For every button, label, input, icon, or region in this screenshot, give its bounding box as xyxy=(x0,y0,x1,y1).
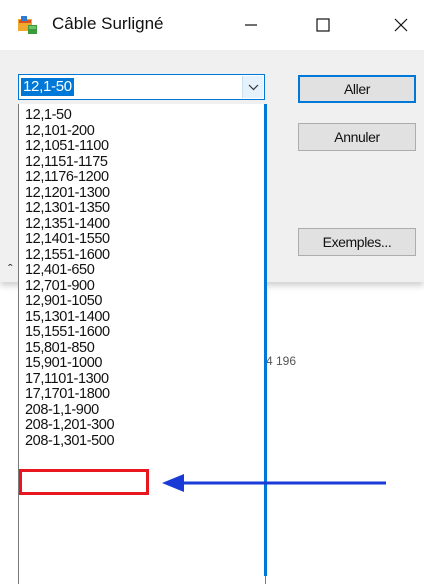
dropdown-item[interactable]: 208-1,1-900 xyxy=(25,402,114,419)
dropdown-item[interactable]: 208-1,301-500 xyxy=(25,433,115,450)
combo-selected-value: 12,1-50 xyxy=(21,78,74,96)
dropdown-item[interactable]: 12,1351-1400 xyxy=(25,216,114,233)
minimize-icon xyxy=(245,24,257,26)
dropdown-item[interactable]: 17,1701-1800 xyxy=(25,386,114,403)
dropdown-item[interactable]: 12,1301-1350 xyxy=(25,200,114,217)
close-icon xyxy=(394,18,408,32)
exemples-button[interactable]: Exemples... xyxy=(298,228,416,256)
dropdown-item[interactable]: 12,101-200 xyxy=(25,123,114,140)
window-title: Câble Surligné xyxy=(52,14,164,33)
background-partial-text: 4 196 xyxy=(266,354,297,368)
dropdown-item[interactable]: 12,1401-1550 xyxy=(25,231,114,248)
dropdown-items: 12,1-50 12,101-200 12,1051-1100 12,1151-117… xyxy=(25,107,115,450)
dropdown-item[interactable]: 12,901-1050 xyxy=(25,293,114,310)
dropdown-item[interactable]: 12,701-900 xyxy=(25,278,114,295)
dropdown-scroll-edge xyxy=(264,104,267,576)
combo-dropdown-list[interactable]: 12,1-50 12,101-200 12,1051-1100 12,1151-117… xyxy=(18,104,266,584)
dropdown-item[interactable]: 12,1176-1200 xyxy=(25,169,114,186)
combo-dropdown-button[interactable] xyxy=(242,76,263,98)
dropdown-item[interactable]: 15,1551-1600 xyxy=(25,324,114,341)
close-button[interactable] xyxy=(386,10,416,40)
maximize-button[interactable] xyxy=(308,10,338,40)
dropdown-item[interactable]: 12,401-650 xyxy=(25,262,114,279)
dropdown-item[interactable]: 15,801-850 xyxy=(25,340,114,357)
dropdown-item[interactable]: 15,1301-1400 xyxy=(25,309,114,326)
maximize-icon xyxy=(316,18,330,32)
chevron-down-icon xyxy=(248,84,259,91)
dropdown-item[interactable]: 12,1551-1600 xyxy=(25,247,114,264)
dropdown-item[interactable]: 15,901-1000 xyxy=(25,355,114,372)
dropdown-item[interactable]: 17,1101-1300 xyxy=(25,371,114,388)
highlight-box-annotation xyxy=(19,469,149,495)
dropdown-item[interactable]: 12,1151-1175 xyxy=(25,154,114,171)
dropdown-item[interactable]: 12,1-50 xyxy=(25,107,114,124)
annuler-button[interactable]: Annuler xyxy=(298,123,416,151)
minimize-button[interactable] xyxy=(236,10,266,40)
cable-combo-box[interactable]: 12,1-50 xyxy=(18,74,265,100)
background-glyph: ˆ xyxy=(8,261,13,277)
aller-button[interactable]: Aller xyxy=(298,75,416,103)
dropdown-item[interactable]: 208-1,201-300 xyxy=(25,417,115,434)
dropdown-item[interactable]: 12,1201-1300 xyxy=(25,185,114,202)
dropdown-item[interactable]: 12,1051-1100 xyxy=(25,138,114,155)
title-bar: Câble Surligné xyxy=(0,0,424,50)
arrow-left-icon xyxy=(162,474,386,492)
windows-forms-app-icon xyxy=(18,16,38,34)
